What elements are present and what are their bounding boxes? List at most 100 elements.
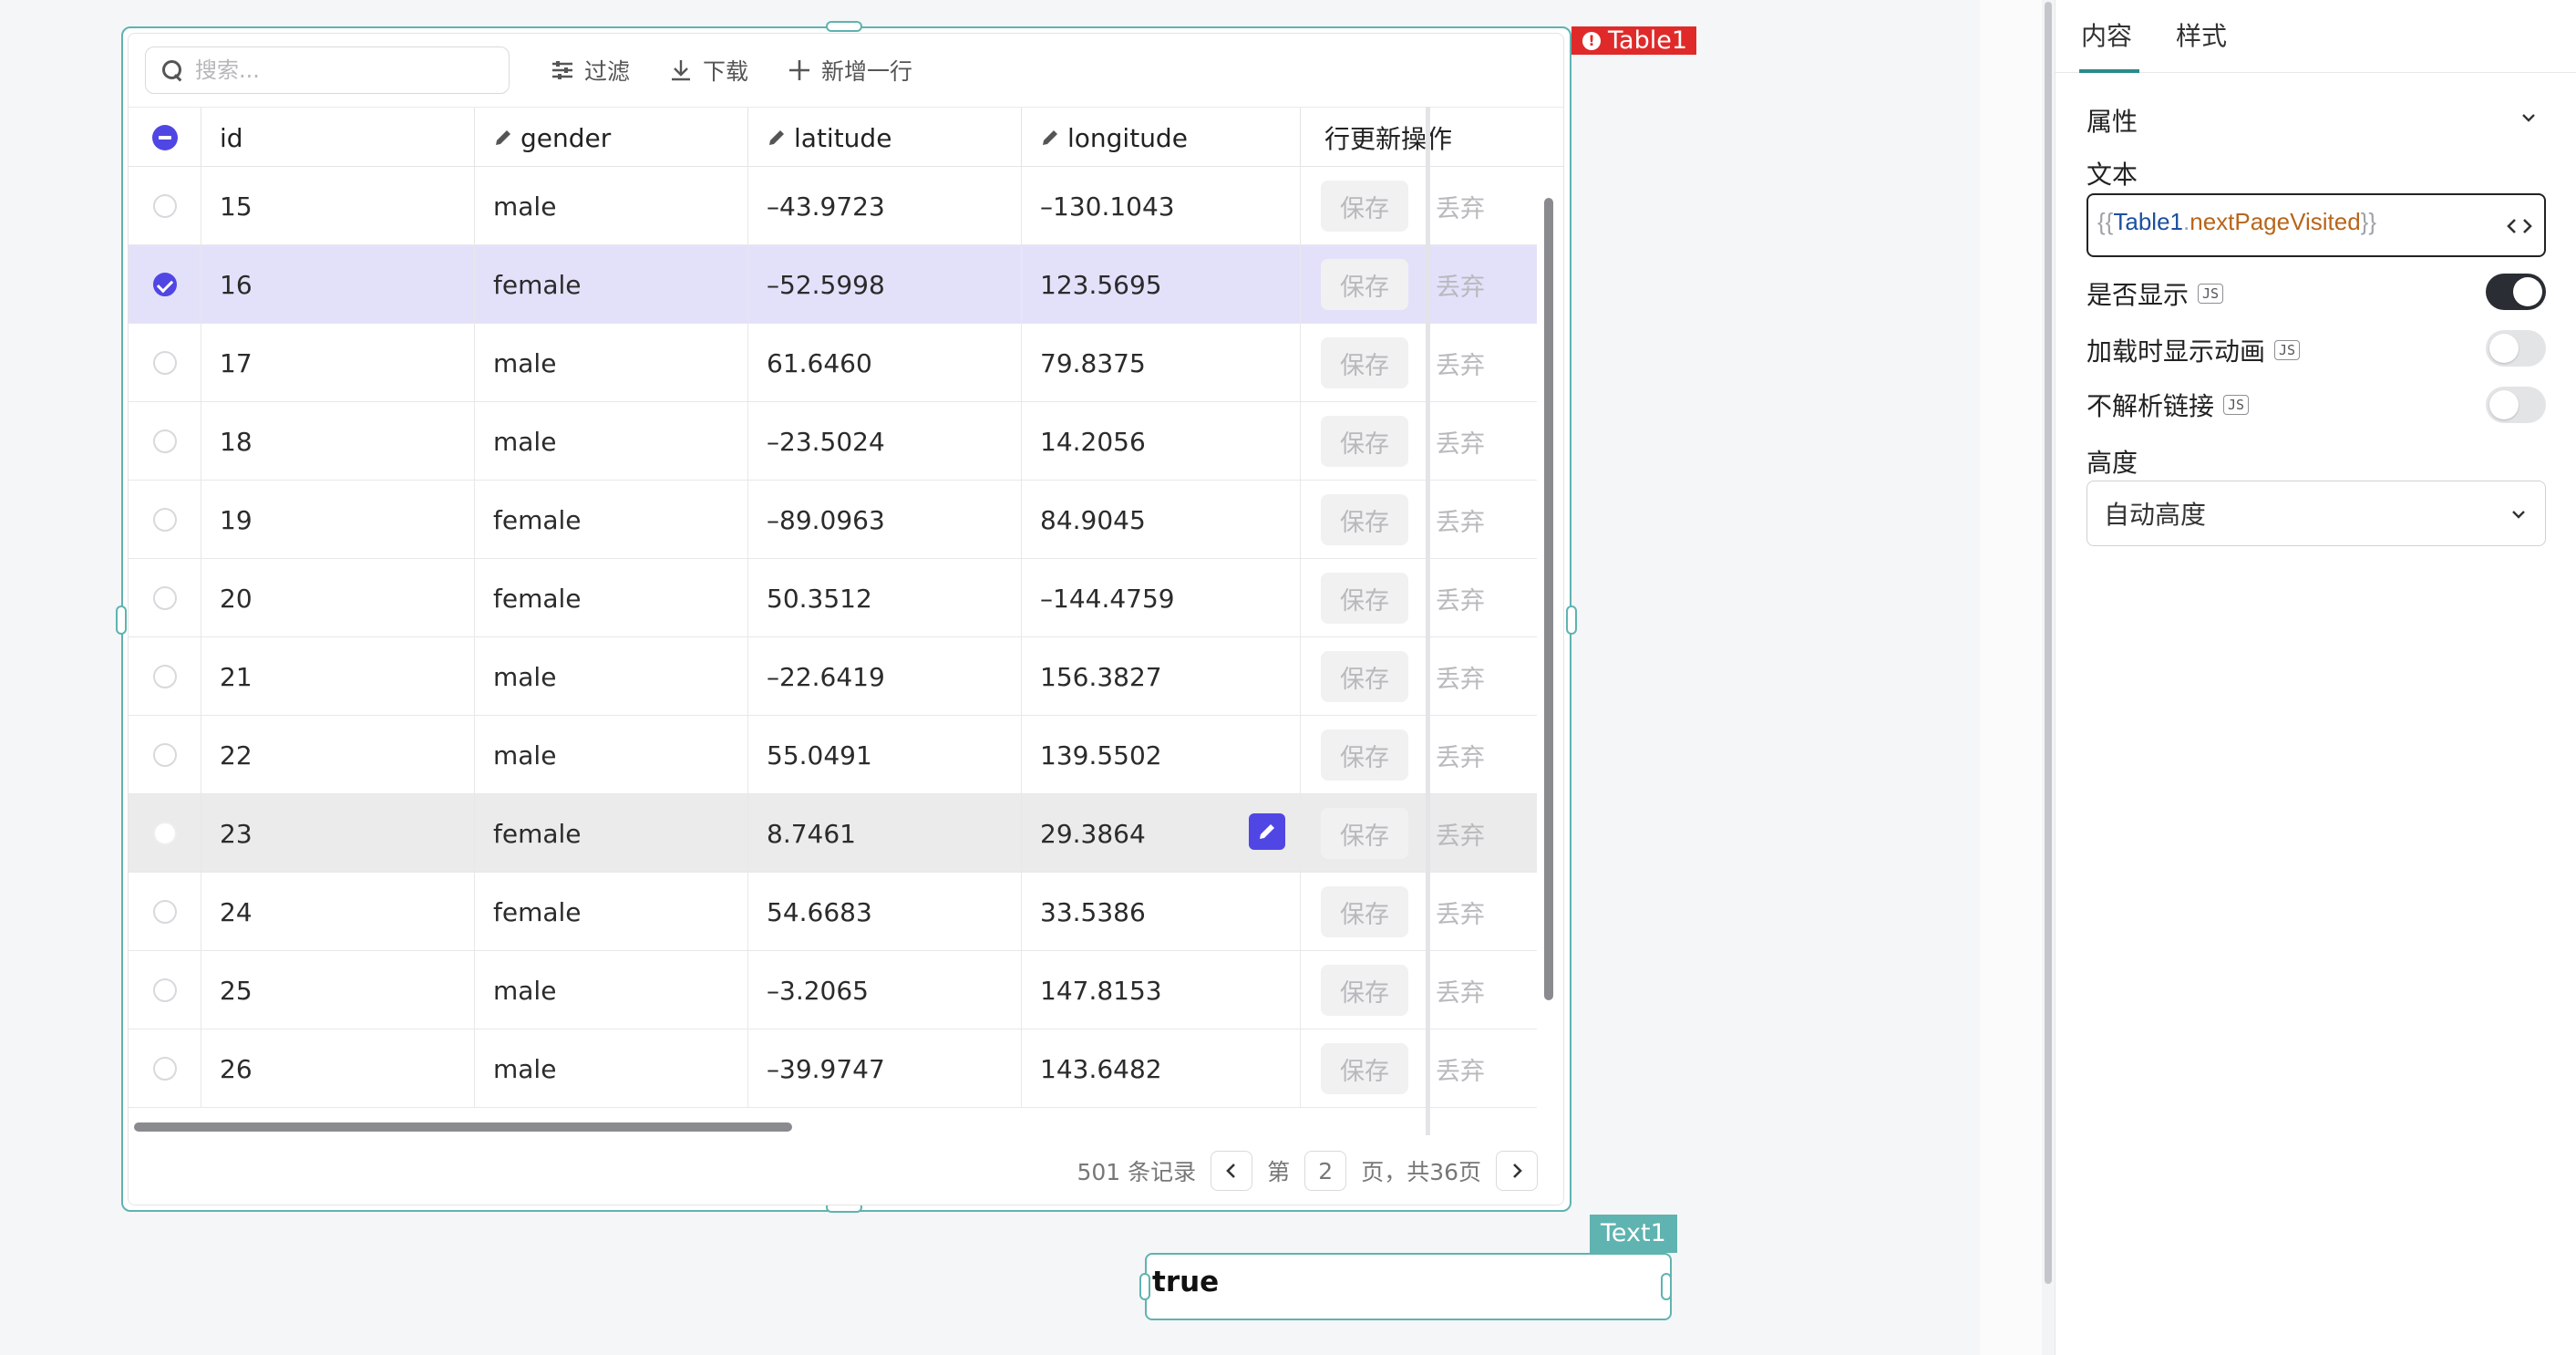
save-row-button[interactable]: 保存 — [1321, 729, 1408, 781]
select-all-checkbox[interactable] — [151, 125, 178, 150]
height-select[interactable]: 自动高度 — [2087, 481, 2546, 546]
cell-gender[interactable]: male — [475, 324, 748, 402]
cell-id[interactable]: 22 — [201, 716, 475, 794]
save-row-button[interactable]: 保存 — [1321, 494, 1408, 545]
row-checkbox[interactable] — [152, 822, 177, 845]
cell-longitude[interactable]: 123.5695 — [1022, 245, 1301, 324]
table-row[interactable]: 24 female 54.6683 33.5386 保存 丢弃 — [129, 873, 1537, 951]
cell-longitude[interactable]: 79.8375 — [1022, 324, 1301, 402]
row-checkbox[interactable] — [152, 273, 177, 296]
section-title[interactable]: 属性 — [2087, 102, 2138, 139]
resize-handle-top[interactable] — [826, 21, 862, 32]
visible-toggle[interactable] — [2486, 274, 2546, 310]
vertical-scrollbar-thumb[interactable] — [1544, 198, 1553, 1000]
cell-id[interactable]: 24 — [201, 873, 475, 951]
row-select-cell[interactable] — [129, 794, 201, 873]
discard-row-button[interactable]: 丢弃 — [1436, 346, 1485, 381]
table-row[interactable]: 15 male –43.9723 –130.1043 保存 丢弃 — [129, 167, 1537, 245]
row-checkbox[interactable] — [152, 508, 177, 532]
code-icon[interactable] — [2506, 217, 2533, 235]
discard-row-button[interactable]: 丢弃 — [1436, 659, 1485, 695]
cell-longitude[interactable]: 33.5386 — [1022, 873, 1301, 951]
discard-row-button[interactable]: 丢弃 — [1436, 502, 1485, 538]
prev-page-button[interactable] — [1211, 1151, 1253, 1191]
save-row-button[interactable]: 保存 — [1321, 573, 1408, 624]
js-badge[interactable]: JS — [2198, 284, 2224, 304]
table-row[interactable]: 21 male –22.6419 156.3827 保存 丢弃 — [129, 637, 1537, 716]
save-row-button[interactable]: 保存 — [1321, 808, 1408, 859]
cell-latitude[interactable]: –39.9747 — [748, 1029, 1022, 1108]
js-badge[interactable]: JS — [2223, 395, 2250, 415]
row-select-cell[interactable] — [129, 873, 201, 951]
text-binding-editor[interactable]: {{Table1.nextPageVisited}} — [2087, 193, 2546, 257]
column-header-latitude[interactable]: latitude — [748, 108, 1022, 168]
cell-id[interactable]: 26 — [201, 1029, 475, 1108]
canvas-scrollbar-thumb[interactable] — [2045, 2, 2052, 1284]
table-row[interactable]: 16 female –52.5998 123.5695 保存 丢弃 — [129, 245, 1537, 324]
table-row[interactable]: 20 female 50.3512 –144.4759 保存 丢弃 — [129, 559, 1537, 637]
table-row[interactable]: 26 male –39.9747 143.6482 保存 丢弃 — [129, 1029, 1537, 1108]
add-row-button[interactable]: 新增一行 — [787, 50, 912, 90]
cell-gender[interactable]: female — [475, 794, 748, 873]
cell-latitude[interactable]: 55.0491 — [748, 716, 1022, 794]
discard-row-button[interactable]: 丢弃 — [1436, 895, 1485, 930]
discard-row-button[interactable]: 丢弃 — [1436, 738, 1485, 773]
cell-id[interactable]: 20 — [201, 559, 475, 637]
table-row[interactable]: 23 female 8.7461 29.3864 保存 丢弃 — [129, 794, 1537, 873]
cell-id[interactable]: 23 — [201, 794, 475, 873]
cell-gender[interactable]: male — [475, 716, 748, 794]
cell-latitude[interactable]: –52.5998 — [748, 245, 1022, 324]
disable-link-parsing-toggle[interactable] — [2486, 387, 2546, 423]
row-select-cell[interactable] — [129, 637, 201, 716]
row-checkbox[interactable] — [152, 351, 177, 375]
select-all-checkbox-cell[interactable] — [129, 108, 201, 168]
tab-content[interactable]: 内容 — [2081, 16, 2132, 53]
cell-gender[interactable]: male — [475, 951, 748, 1029]
discard-row-button[interactable]: 丢弃 — [1436, 973, 1485, 1008]
search-box[interactable] — [145, 47, 510, 94]
table-row[interactable]: 22 male 55.0491 139.5502 保存 丢弃 — [129, 716, 1537, 794]
row-select-cell[interactable] — [129, 951, 201, 1029]
save-row-button[interactable]: 保存 — [1321, 886, 1408, 937]
cell-latitude[interactable]: –22.6419 — [748, 637, 1022, 716]
row-select-cell[interactable] — [129, 716, 201, 794]
discard-row-button[interactable]: 丢弃 — [1436, 816, 1485, 852]
tab-style[interactable]: 样式 — [2176, 16, 2227, 53]
cell-longitude[interactable]: 147.8153 — [1022, 951, 1301, 1029]
cell-id[interactable]: 21 — [201, 637, 475, 716]
save-row-button[interactable]: 保存 — [1321, 181, 1408, 232]
canvas-vertical-scrollbar[interactable] — [2042, 0, 2055, 1355]
table-row[interactable]: 25 male –3.2065 147.8153 保存 丢弃 — [129, 951, 1537, 1029]
js-badge[interactable]: JS — [2274, 340, 2301, 360]
cell-longitude[interactable]: –144.4759 — [1022, 559, 1301, 637]
row-checkbox[interactable] — [152, 194, 177, 218]
row-select-cell[interactable] — [129, 245, 201, 324]
cell-latitude[interactable]: 54.6683 — [748, 873, 1022, 951]
cell-latitude[interactable]: 61.6460 — [748, 324, 1022, 402]
text-widget[interactable] — [1145, 1253, 1672, 1320]
discard-row-button[interactable]: 丢弃 — [1436, 1051, 1485, 1087]
row-select-cell[interactable] — [129, 481, 201, 559]
chevron-down-icon[interactable] — [2520, 109, 2537, 126]
column-header-longitude[interactable]: longitude — [1022, 108, 1301, 168]
cell-id[interactable]: 19 — [201, 481, 475, 559]
cell-gender[interactable]: male — [475, 1029, 748, 1108]
discard-row-button[interactable]: 丢弃 — [1436, 581, 1485, 616]
row-select-cell[interactable] — [129, 559, 201, 637]
text-resize-handle-left[interactable] — [1139, 1273, 1150, 1300]
resize-handle-right[interactable] — [1566, 605, 1577, 635]
save-row-button[interactable]: 保存 — [1321, 337, 1408, 388]
cell-gender[interactable]: female — [475, 481, 748, 559]
row-checkbox[interactable] — [152, 978, 177, 1002]
table-widget-tag[interactable]: ! Table1 — [1571, 26, 1696, 55]
row-checkbox[interactable] — [152, 586, 177, 610]
row-select-cell[interactable] — [129, 167, 201, 245]
search-input[interactable] — [195, 57, 487, 83]
cell-longitude[interactable]: 139.5502 — [1022, 716, 1301, 794]
table-row[interactable]: 18 male –23.5024 14.2056 保存 丢弃 — [129, 402, 1537, 481]
cell-gender[interactable]: male — [475, 402, 748, 481]
table-vertical-scrollbar[interactable] — [1544, 167, 1553, 1161]
cell-gender[interactable]: female — [475, 559, 748, 637]
text-resize-handle-right[interactable] — [1661, 1273, 1672, 1300]
table-row[interactable]: 17 male 61.6460 79.8375 保存 丢弃 — [129, 324, 1537, 402]
